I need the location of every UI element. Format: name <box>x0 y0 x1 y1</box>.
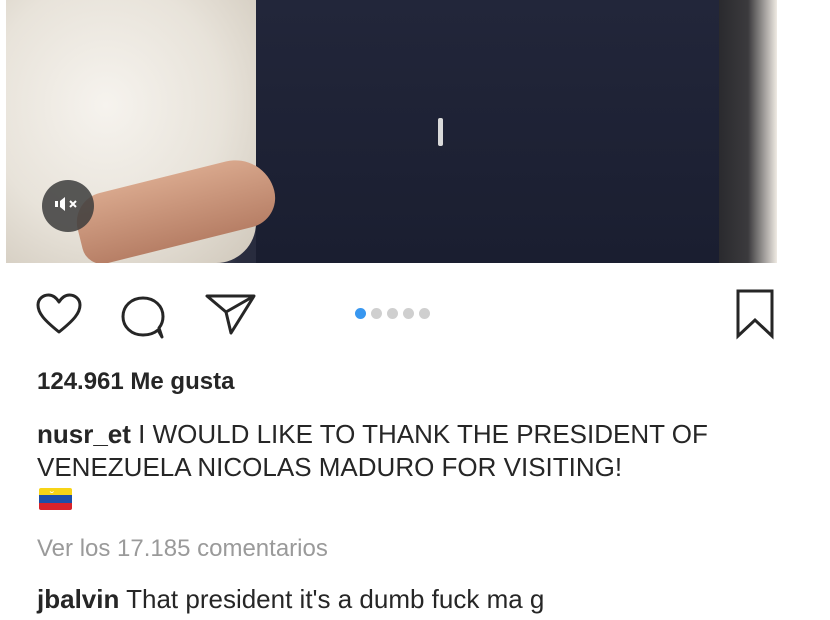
photo-background-right <box>719 0 777 263</box>
caption-username[interactable]: nusr_et <box>37 419 131 449</box>
share-button[interactable] <box>204 292 258 341</box>
carousel-dot-active <box>355 308 366 319</box>
post-media[interactable] <box>6 0 777 263</box>
comment-bubble-icon <box>118 296 168 344</box>
carousel-dot <box>419 308 430 319</box>
carousel-dot <box>387 308 398 319</box>
venezuela-flag-emoji <box>39 488 72 510</box>
heart-icon <box>34 293 84 340</box>
photo-person-center <box>256 0 726 263</box>
carousel-dot <box>371 308 382 319</box>
speaker-muted-icon <box>53 194 83 219</box>
save-button[interactable] <box>734 288 776 345</box>
carousel-indicator <box>355 308 430 319</box>
mute-button[interactable] <box>42 180 94 232</box>
post-caption: nusr_et I WOULD LIKE TO THANK THE PRESID… <box>37 418 777 484</box>
photo-zipper <box>438 118 443 146</box>
carousel-dot <box>403 308 414 319</box>
comment-text: That president it's a dumb fuck ma g <box>119 584 545 614</box>
paper-plane-icon <box>204 294 258 340</box>
like-button[interactable] <box>34 292 84 341</box>
comment-username[interactable]: jbalvin <box>37 584 119 614</box>
caption-text: I WOULD LIKE TO THANK THE PRESIDENT OF V… <box>37 419 708 482</box>
likes-count[interactable]: 124.961 Me gusta <box>37 368 234 396</box>
view-all-comments-link[interactable]: Ver los 17.185 comentarios <box>37 535 328 563</box>
comment-button[interactable] <box>118 294 168 345</box>
top-comment: jbalvin That president it's a dumb fuck … <box>37 584 544 615</box>
bookmark-icon <box>734 289 776 344</box>
